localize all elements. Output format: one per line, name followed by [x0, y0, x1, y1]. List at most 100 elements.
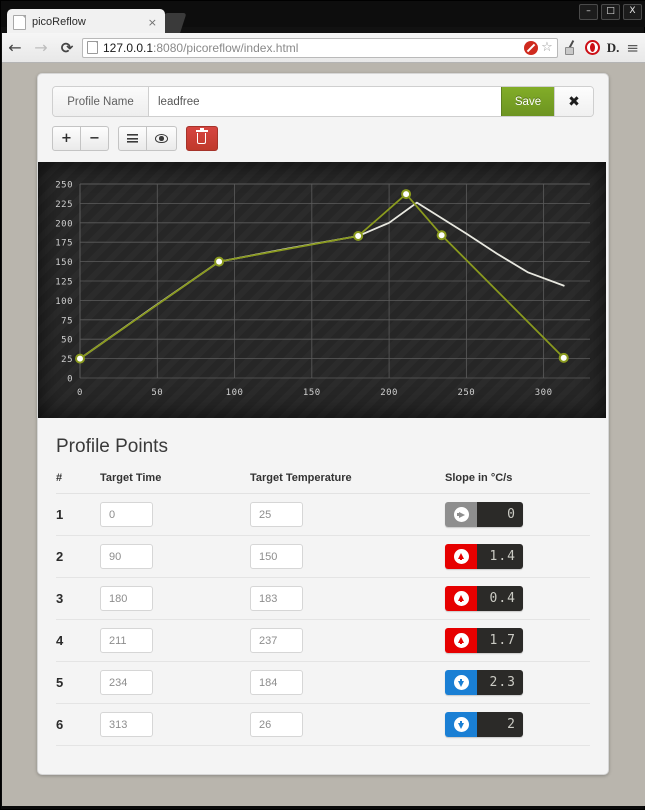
add-point-button[interactable]: +: [52, 126, 81, 151]
tab-strip: picoReflow ×: [1, 9, 645, 35]
chart-data-point[interactable]: [558, 352, 569, 363]
chart-grid: [79, 183, 590, 379]
bookmark-star-icon[interactable]: ☆: [541, 41, 553, 54]
eye-icon: [154, 134, 168, 143]
remove-point-button[interactable]: −: [80, 126, 109, 151]
chart-data-point[interactable]: [75, 353, 85, 364]
table-head: # Target Time Target Temperature Slope i…: [56, 472, 590, 494]
slope-down-arrow-icon: [445, 712, 477, 737]
cell-slope: 1.7: [445, 619, 590, 662]
chart-data-point[interactable]: [436, 230, 447, 241]
close-profile-button[interactable]: ✖: [554, 87, 593, 116]
slope-indicator: 2.3: [445, 670, 523, 695]
cell-target-temp: [250, 535, 445, 578]
target-temperature-input[interactable]: [250, 670, 303, 695]
chart-y-labels: 0 25 50 75 100 125 150 175 200 225 250: [55, 181, 73, 385]
row-index: 4: [56, 632, 64, 648]
cell-index: 2: [56, 535, 100, 578]
cell-target-time: [100, 661, 250, 704]
reload-icon[interactable]: ⟳: [54, 35, 80, 61]
target-time-input[interactable]: [100, 544, 153, 569]
chart-x-tick-label: 0: [77, 388, 83, 398]
omnibox-icons: ☆: [524, 40, 553, 55]
profile-name-input[interactable]: [149, 87, 501, 116]
chart-data-point[interactable]: [353, 230, 364, 241]
profile-points-section: Profile Points # Target Time Target Temp…: [38, 418, 608, 774]
target-temperature-input[interactable]: [250, 502, 303, 527]
slope-indicator: 2: [445, 712, 523, 737]
page-viewport: Profile Name Save ✖ + −: [2, 63, 645, 806]
table-row: 41.7: [56, 619, 590, 662]
cell-index: 5: [56, 661, 100, 704]
cell-target-temp: [250, 619, 445, 662]
table-row: 10: [56, 493, 590, 536]
slope-indicator: 1.7: [445, 628, 523, 653]
slope-indicator: 1.4: [445, 544, 523, 569]
preview-button[interactable]: [146, 126, 177, 151]
table-row: 62: [56, 703, 590, 746]
list-icon: [126, 134, 138, 143]
row-index: 1: [56, 506, 64, 522]
cell-slope: 0: [445, 493, 590, 536]
chart-y-tick-label: 125: [55, 278, 73, 288]
target-time-input[interactable]: [100, 628, 153, 653]
target-time-input[interactable]: [100, 670, 153, 695]
hamburger-menu-icon[interactable]: ≡: [626, 40, 639, 55]
chart-data-point[interactable]: [401, 189, 412, 200]
d-extension-icon[interactable]: D.: [607, 40, 620, 55]
section-title: Profile Points: [56, 436, 168, 457]
add-remove-group: + −: [52, 126, 109, 151]
target-temperature-input[interactable]: [250, 586, 303, 611]
slope-down-arrow-icon: [445, 670, 477, 695]
blocked-script-icon[interactable]: [524, 40, 539, 55]
eyedropper-icon[interactable]: [564, 40, 578, 55]
target-time-input[interactable]: [100, 712, 153, 737]
browser-toolbar: ← → ⟳ 127.0.0.1:8080/picoreflow/index.ht…: [2, 33, 645, 63]
profile-action-toolbar: + −: [52, 126, 594, 151]
row-index: 3: [56, 590, 64, 606]
list-view-button[interactable]: [117, 126, 147, 151]
url-path: :8080/picoreflow/index.html: [153, 40, 299, 55]
tab-close-icon[interactable]: ×: [146, 16, 159, 29]
chart-data-point[interactable]: [214, 256, 225, 267]
cell-slope: 2.3: [445, 661, 590, 704]
chart-svg: 0 25 50 75 100 125 150 175 200 225 250 0 50 100 150 20…: [55, 181, 590, 398]
browser-tab-picoreflow[interactable]: picoReflow ×: [7, 9, 165, 35]
target-time-input[interactable]: [100, 586, 153, 611]
profile-chart[interactable]: 0 25 50 75 100 125 150 175 200 225 250 0 50 100 150 20…: [38, 162, 606, 418]
chart-y-tick-label: 225: [55, 200, 73, 210]
screen: – □ X picoReflow × ← → ⟳ 127.0.0.1:8080/…: [0, 0, 645, 810]
row-index: 6: [56, 716, 64, 732]
header-slope: Slope in °C/s: [445, 472, 590, 494]
target-temperature-input[interactable]: [250, 628, 303, 653]
slope-indicator: 0.4: [445, 586, 523, 611]
chart-y-tick-label: 200: [55, 219, 73, 229]
app-container: Profile Name Save ✖ + −: [37, 73, 609, 775]
table-row: 30.4: [56, 577, 590, 620]
target-temperature-input[interactable]: [250, 712, 303, 737]
chart-x-labels: 0 50 100 150 200 250 300: [77, 388, 552, 398]
chart-y-tick-label: 50: [61, 336, 73, 346]
delete-profile-button[interactable]: [185, 126, 218, 151]
slope-up-arrow-icon: [445, 628, 477, 653]
target-time-input[interactable]: [100, 502, 153, 527]
chart-x-tick-label: 100: [226, 388, 244, 398]
profile-points-table: # Target Time Target Temperature Slope i…: [56, 472, 590, 746]
chart-y-tick-label: 150: [55, 258, 73, 268]
save-button[interactable]: Save: [501, 87, 554, 116]
cell-target-temp: [250, 577, 445, 620]
address-bar[interactable]: 127.0.0.1:8080/picoreflow/index.html ☆: [82, 37, 558, 58]
profile-name-label: Profile Name: [53, 87, 149, 116]
chart-x-tick-label: 300: [535, 388, 553, 398]
row-index: 2: [56, 548, 64, 564]
chart-y-tick-label: 25: [61, 355, 73, 365]
table-row: 21.4: [56, 535, 590, 578]
back-icon[interactable]: ←: [2, 35, 28, 61]
cell-index: 4: [56, 619, 100, 662]
url-host: 127.0.0.1: [103, 40, 154, 55]
cell-index: 6: [56, 703, 100, 746]
header-target-temp: Target Temperature: [250, 472, 445, 494]
target-temperature-input[interactable]: [250, 544, 303, 569]
opera-extension-icon[interactable]: [584, 40, 600, 55]
cell-index: 1: [56, 493, 100, 536]
